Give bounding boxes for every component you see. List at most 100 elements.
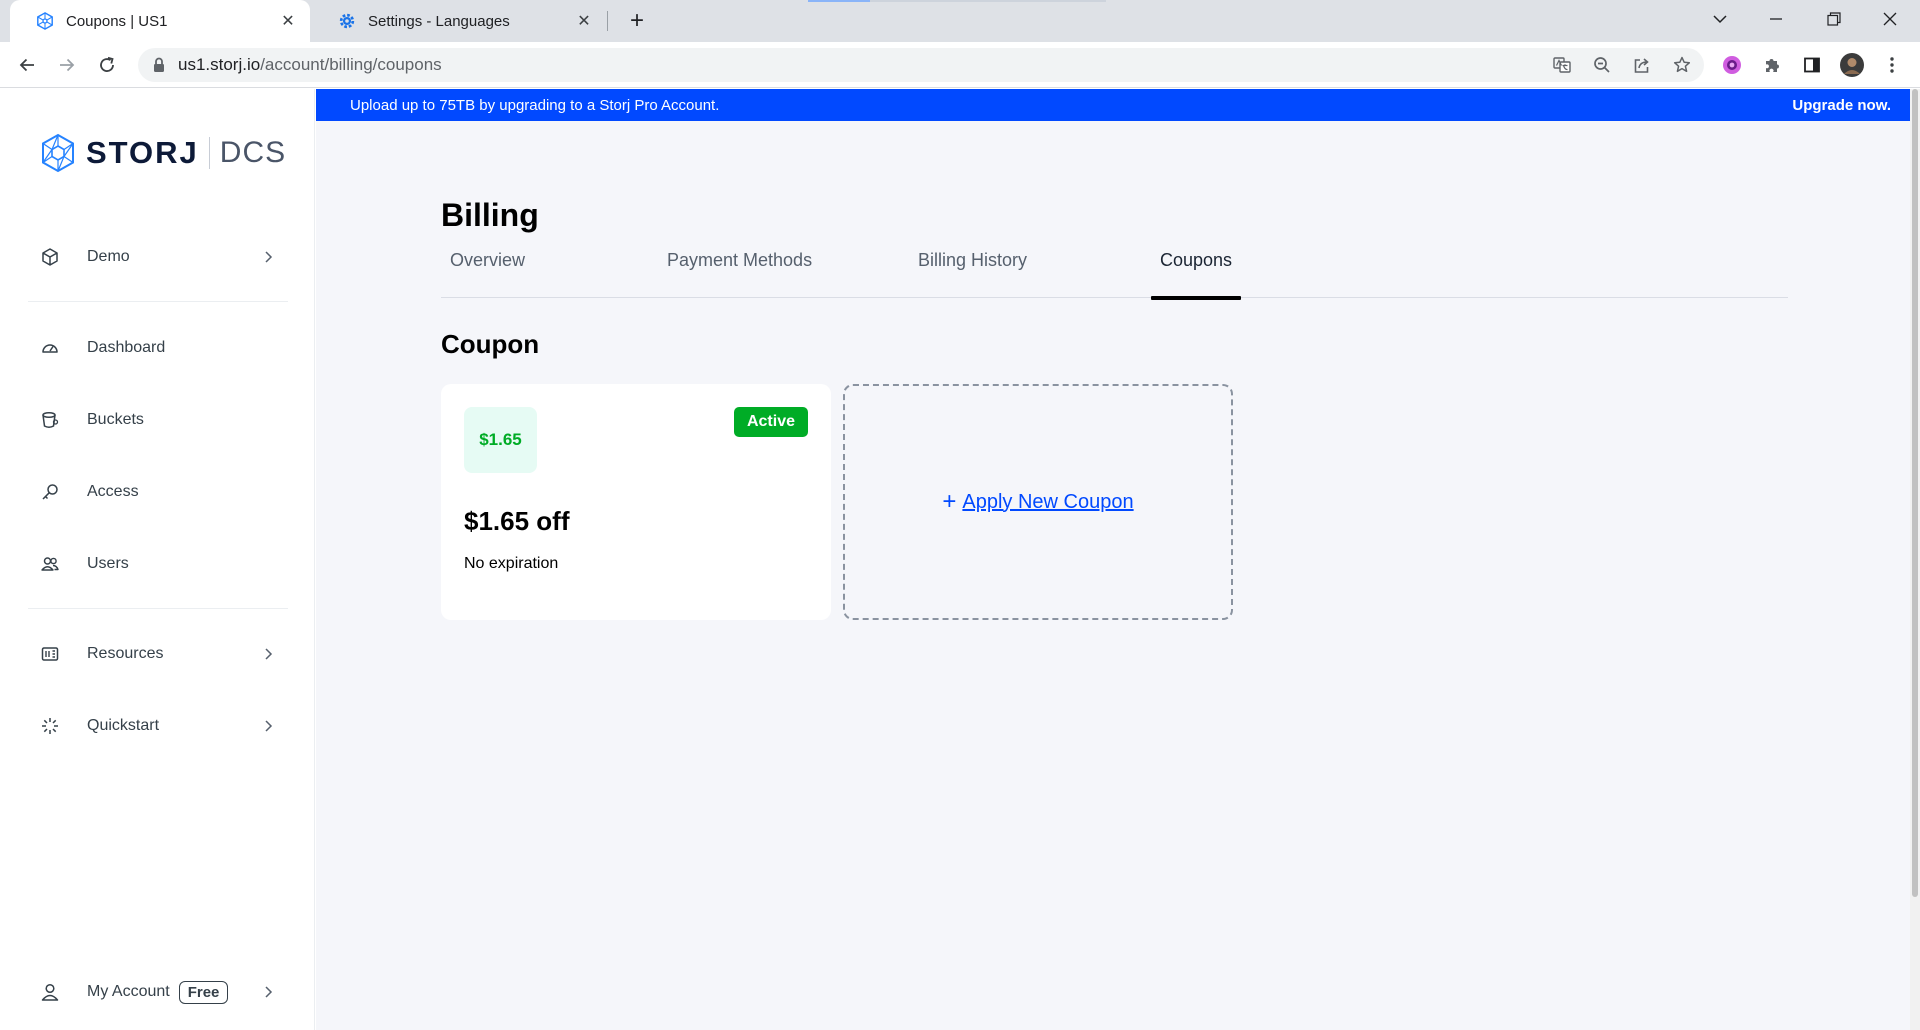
share-button[interactable]	[1627, 50, 1657, 80]
plus-icon: +	[942, 488, 957, 515]
tab-billing-history[interactable]: Billing History	[918, 250, 1027, 298]
bucket-icon	[42, 411, 59, 428]
avatar-icon	[1840, 53, 1864, 77]
tab-search-button[interactable]	[1692, 0, 1748, 38]
side-panel-icon	[1804, 57, 1820, 73]
apply-coupon-card[interactable]: + Apply New Coupon	[843, 384, 1233, 620]
project-selector[interactable]: Demo	[0, 231, 315, 283]
url-text: us1.storj.io/account/billing/coupons	[178, 55, 442, 75]
loading-indicator	[808, 0, 870, 2]
extension-button[interactable]	[1717, 50, 1747, 80]
sidebar-item-users[interactable]: Users	[0, 538, 315, 590]
apply-new-coupon-link[interactable]: + Apply New Coupon	[942, 490, 1133, 514]
extensions-menu-button[interactable]	[1757, 50, 1787, 80]
translate-button[interactable]	[1547, 50, 1577, 80]
sidebar-item-label: Users	[87, 555, 129, 572]
section-title: Coupon	[441, 329, 540, 359]
user-icon	[41, 983, 59, 1001]
close-tab-icon[interactable]: ✕	[278, 11, 298, 31]
page-scrollbar[interactable]	[1910, 89, 1920, 1030]
zoom-button[interactable]	[1587, 50, 1617, 80]
scrollbar-thumb[interactable]	[1912, 89, 1918, 897]
kebab-menu-icon	[1890, 57, 1894, 73]
new-tab-button[interactable]: +	[622, 6, 652, 36]
chevron-down-icon	[1713, 15, 1727, 24]
chevron-right-icon	[265, 648, 273, 660]
close-tab-icon[interactable]: ✕	[574, 11, 594, 31]
logo-product-text: DCS	[219, 136, 287, 169]
billing-tabs: Overview Payment Methods Billing History…	[441, 246, 1788, 300]
url-host: us1.storj.io	[178, 55, 261, 74]
dashboard-icon	[42, 344, 58, 353]
arrow-right-icon	[60, 58, 75, 72]
back-button[interactable]	[12, 50, 42, 80]
project-name: Demo	[87, 248, 130, 265]
chevron-right-icon	[265, 251, 273, 263]
browser-toolbar: us1.storj.io/account/billing/coupons	[0, 42, 1920, 88]
lock-icon	[154, 57, 164, 72]
chevron-right-icon	[265, 720, 273, 732]
logo-brand-text: STORJ	[86, 135, 199, 170]
browser-tab-title: Coupons | US1	[66, 12, 168, 30]
tab-coupons[interactable]: Coupons	[1151, 250, 1242, 300]
resources-icon	[41, 647, 59, 661]
active-tab-indicator	[1151, 296, 1242, 300]
star-icon	[1673, 56, 1691, 73]
zoom-out-icon	[1594, 57, 1610, 73]
sidebar-item-my-account[interactable]: My Account Free	[0, 966, 315, 1018]
reload-button[interactable]	[92, 50, 122, 80]
main-content: Upload up to 75TB by upgrading to a Stor…	[316, 89, 1910, 1030]
forward-button[interactable]	[52, 50, 82, 80]
browser-menu-button[interactable]	[1877, 50, 1907, 80]
cube-icon	[42, 248, 58, 266]
sidebar-item-label: Resources	[87, 645, 164, 662]
puzzle-icon	[1766, 59, 1779, 72]
settings-gear-icon	[339, 13, 355, 29]
coupon-expiry: No expiration	[464, 555, 559, 572]
close-icon	[1883, 12, 1897, 26]
loading-indicator-track	[870, 0, 1106, 2]
sidebar-item-resources[interactable]: Resources	[0, 628, 315, 680]
restore-button[interactable]	[1806, 0, 1862, 38]
tab-payment-methods[interactable]: Payment Methods	[667, 250, 812, 298]
sidebar-item-label: Buckets	[87, 411, 144, 428]
side-panel-button[interactable]	[1797, 50, 1827, 80]
profile-button[interactable]	[1837, 50, 1867, 80]
arrow-left-icon	[19, 58, 34, 72]
close-window-button[interactable]	[1862, 0, 1918, 38]
sidebar-item-quickstart[interactable]: Quickstart	[0, 700, 315, 752]
status-badge: Active	[733, 407, 808, 437]
extension-circle-icon	[1723, 56, 1741, 74]
tab-overview[interactable]: Overview	[450, 250, 525, 298]
reload-icon	[100, 56, 114, 72]
logo-divider	[208, 137, 210, 169]
sidebar-item-dashboard[interactable]: Dashboard	[0, 322, 315, 374]
sidebar-divider	[28, 301, 288, 302]
apply-new-coupon-label: Apply New Coupon	[962, 490, 1134, 513]
tab-separator	[607, 11, 608, 31]
bookmark-button[interactable]	[1667, 50, 1697, 80]
browser-tab-strip: Coupons | US1 ✕ Settings - Languages ✕ +	[0, 0, 1920, 42]
sparkle-icon	[42, 718, 58, 734]
address-bar[interactable]: us1.storj.io/account/billing/coupons	[138, 48, 1704, 82]
sidebar-item-access[interactable]: Access	[0, 466, 315, 518]
storj-favicon-icon	[37, 12, 53, 30]
sidebar-item-label: Quickstart	[87, 717, 160, 734]
browser-tab-settings[interactable]: Settings - Languages ✕	[312, 0, 606, 42]
storj-logo[interactable]: STORJ DCS	[40, 133, 286, 173]
browser-tab-title: Settings - Languages	[368, 12, 510, 30]
browser-tab-coupons[interactable]: Coupons | US1 ✕	[10, 0, 310, 42]
coupon-amount: $1.65 off	[464, 506, 570, 536]
coupon-card: $1.65 Active $1.65 off No expiration	[441, 384, 831, 620]
sidebar-item-label: Dashboard	[87, 339, 166, 356]
translate-icon	[1553, 57, 1571, 73]
sidebar-divider	[28, 608, 288, 609]
minimize-button[interactable]	[1748, 0, 1804, 38]
sidebar-item-label: Access	[87, 483, 139, 500]
share-icon	[1634, 58, 1649, 73]
restore-icon	[1827, 12, 1841, 26]
sidebar-item-buckets[interactable]: Buckets	[0, 394, 315, 446]
coupon-value-chip: $1.65	[464, 407, 537, 473]
upgrade-now-link[interactable]: Upgrade now.	[1792, 97, 1891, 114]
sidebar-item-label: My Account	[87, 983, 170, 1000]
